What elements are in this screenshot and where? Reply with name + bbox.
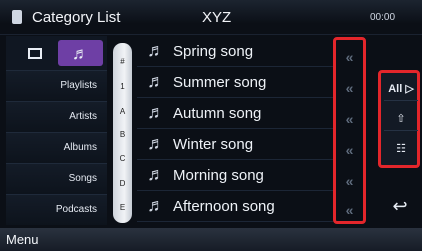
list-item[interactable]: ♬ Afternoon song: [137, 191, 333, 222]
square-icon: [27, 47, 42, 59]
alpha-index-d[interactable]: D: [113, 179, 132, 188]
song-name: Summer song: [173, 74, 267, 91]
sidebar-item-albums[interactable]: Albums: [6, 132, 107, 163]
alpha-index-c[interactable]: C: [113, 154, 132, 163]
song-name: Morning song: [173, 167, 264, 184]
alpha-index-b[interactable]: B: [113, 130, 132, 139]
sidebar-item-podcasts[interactable]: Podcasts: [6, 194, 107, 225]
chevron-left-icon[interactable]: «: [336, 167, 363, 195]
tab-video[interactable]: [12, 40, 57, 66]
category-icon[interactable]: [12, 10, 22, 24]
music-note-icon: ♬: [147, 195, 165, 215]
return-icon: ↩: [392, 195, 408, 216]
sidebar-item-songs[interactable]: Songs: [6, 163, 107, 194]
list-view-button[interactable]: ☷: [384, 136, 418, 160]
list-icon: ☷: [396, 142, 406, 155]
music-note-icon: ♬: [147, 164, 165, 184]
chevron-left-icon[interactable]: «: [336, 136, 363, 164]
sidebar-item-label: Songs: [68, 173, 97, 184]
alpha-index-hash[interactable]: #: [113, 57, 132, 66]
list-item[interactable]: ♬ Spring song: [137, 36, 333, 67]
sidebar-item-label: Artists: [69, 111, 97, 122]
tab-music[interactable]: ♬: [58, 40, 103, 66]
sidebar-item-label: Podcasts: [55, 204, 97, 215]
page-title: Category List: [32, 9, 121, 26]
sidebar-item-label: Albums: [63, 142, 97, 153]
sidebar-item-playlists[interactable]: Playlists: [6, 70, 107, 101]
sidebar-item-label: Playlists: [60, 80, 97, 91]
song-list: ♬ Spring song ♬ Summer song ♬ Autumn son…: [137, 36, 333, 226]
device-title: XYZ: [202, 9, 232, 26]
header-bar: Category List XYZ 00:00: [0, 0, 422, 35]
up-level-button[interactable]: ⇧: [384, 106, 418, 131]
music-note-icon: ♬: [147, 71, 165, 91]
alpha-index-a[interactable]: A: [113, 107, 132, 116]
menu-button[interactable]: Menu: [6, 232, 39, 247]
return-button[interactable]: ↩: [381, 193, 419, 219]
music-note-icon: ♬: [147, 40, 165, 60]
list-item[interactable]: ♬ Morning song: [137, 160, 333, 191]
chevron-left-icon[interactable]: «: [336, 43, 363, 71]
clock: 00:00: [370, 12, 396, 23]
list-item[interactable]: ♬ Summer song: [137, 67, 333, 98]
right-control-panel: All ▷ ⇧ ☷: [378, 70, 420, 168]
sidebar-item-artists[interactable]: Artists: [6, 101, 107, 132]
alphabet-index[interactable]: # 1 A B C D E: [113, 43, 132, 223]
media-tabs: ♬: [6, 36, 107, 70]
music-note-icon: ♬: [147, 133, 165, 153]
chevron-left-icon[interactable]: «: [336, 105, 363, 133]
play-all-button[interactable]: All ▷: [384, 76, 418, 101]
song-name: Winter song: [173, 136, 254, 153]
music-note-icon: ♬: [147, 102, 165, 122]
chevron-left-icon[interactable]: «: [336, 74, 363, 102]
list-item[interactable]: ♬ Autumn song: [137, 98, 333, 129]
song-detail-column: « « « « « «: [333, 37, 366, 224]
list-item[interactable]: ♬ Winter song: [137, 129, 333, 160]
chevron-left-icon[interactable]: «: [336, 196, 363, 224]
alpha-index-e[interactable]: E: [113, 203, 132, 212]
song-name: Afternoon song: [173, 198, 275, 215]
alpha-index-1[interactable]: 1: [113, 82, 132, 91]
music-note-icon: ♬: [72, 43, 89, 63]
bottom-bar: Menu: [0, 228, 422, 251]
song-name: Autumn song: [173, 105, 262, 122]
song-name: Spring song: [173, 43, 254, 60]
category-sidebar: ♬ Playlists Artists Albums Songs Podcast…: [6, 36, 107, 225]
up-folder-icon: ⇧: [396, 112, 406, 125]
